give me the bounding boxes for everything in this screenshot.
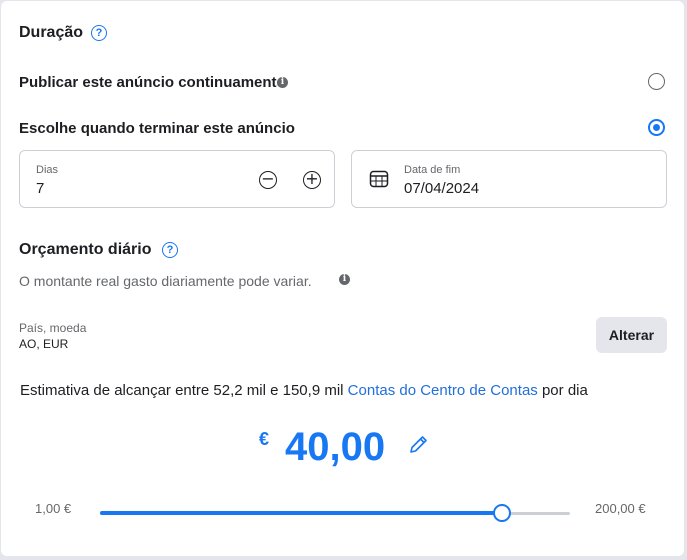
slider-max-label: 200,00 € <box>595 501 646 516</box>
question-circle-icon[interactable]: ? <box>162 242 178 258</box>
end-date-field[interactable]: Data de fim 07/04/2024 <box>351 150 667 208</box>
end-date-value[interactable]: 07/04/2024 <box>404 180 479 197</box>
info-icon[interactable]: i <box>339 274 350 285</box>
country-label: País, moeda <box>19 321 87 335</box>
budget-title: Orçamento diário <box>19 241 152 258</box>
slider-thumb[interactable] <box>493 504 511 522</box>
continuous-radio[interactable] <box>648 73 665 90</box>
days-label: Dias <box>36 164 59 176</box>
reach-suffix: por dia <box>541 382 588 399</box>
calendar-icon[interactable] <box>369 169 389 189</box>
budget-slider[interactable] <box>100 503 570 523</box>
days-value[interactable]: 7 <box>36 180 44 197</box>
days-field[interactable]: Dias 7 − + <box>19 150 335 208</box>
change-button[interactable]: Alterar <box>596 317 667 353</box>
continuous-option-label: Publicar este anúncio continuamente <box>19 74 285 91</box>
info-icon[interactable]: i <box>277 77 288 88</box>
reach-estimate: Estimativa de alcançar entre 52,2 mil e … <box>20 382 588 399</box>
end-date-label: Data de fim <box>404 164 461 176</box>
end-option-label: Escolhe quando terminar este anúncio <box>19 120 295 137</box>
budget-amount[interactable]: 40,00 <box>285 424 385 470</box>
slider-min-label: 1,00 € <box>35 501 72 516</box>
pencil-icon[interactable] <box>407 434 429 456</box>
question-circle-icon[interactable]: ? <box>91 25 107 41</box>
end-date-radio[interactable] <box>648 119 665 136</box>
reach-prefix: Estimativa de alcançar entre 52,2 mil e … <box>20 382 344 399</box>
currency-symbol: € <box>259 429 270 449</box>
country-value: AO, EUR <box>19 337 69 351</box>
minus-circle-icon[interactable]: − <box>259 171 277 189</box>
slider-fill <box>100 511 502 515</box>
duration-title: Duração <box>19 24 84 41</box>
ad-settings-card: Duração ? Publicar este anúncio continua… <box>1 1 684 556</box>
accounts-center-link[interactable]: Contas do Centro de Contas <box>348 382 538 399</box>
plus-circle-icon[interactable]: + <box>303 171 321 189</box>
budget-note: O montante real gasto diariamente pode v… <box>19 273 312 289</box>
